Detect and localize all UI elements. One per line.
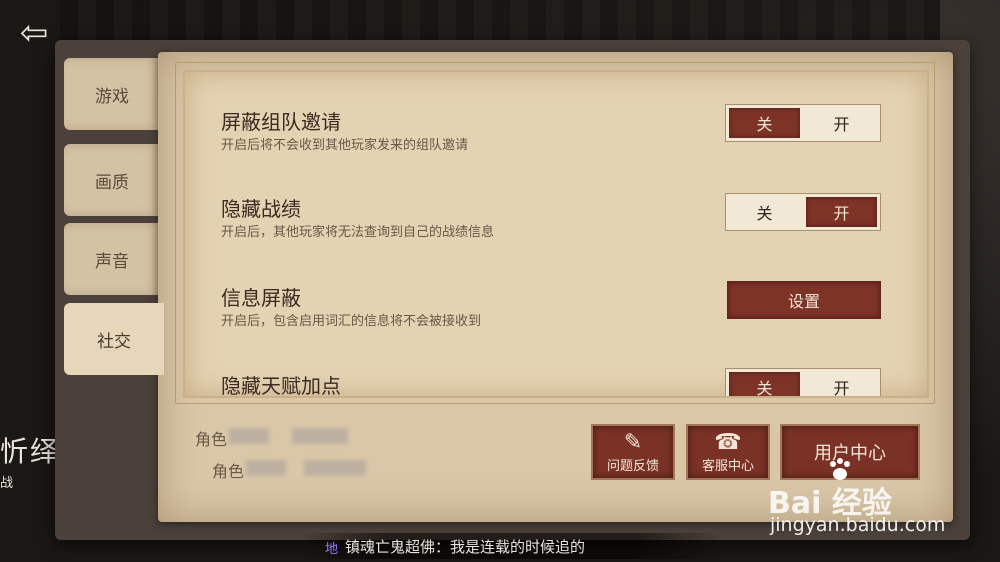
- toggle-block-team-invite[interactable]: 关 开: [725, 104, 881, 142]
- tab-label: 游戏: [95, 86, 129, 107]
- toggle-hide-record[interactable]: 关 开: [725, 193, 881, 231]
- role-label-2: 角色: [212, 462, 245, 481]
- settings-list[interactable]: 屏蔽组队邀请 开启后将不会收到其他玩家发来的组队邀请 关 开 隐藏战绩 开启后，…: [183, 70, 929, 398]
- toggle-on-option[interactable]: 开: [806, 372, 877, 396]
- tab-sound[interactable]: 声音: [64, 223, 160, 295]
- tab-social[interactable]: 社交: [64, 303, 164, 375]
- pen-icon: ✎: [623, 430, 643, 455]
- feedback-button[interactable]: ✎ 问题反馈: [591, 424, 675, 480]
- tab-label: 画质: [95, 172, 129, 193]
- paw-icon: [830, 458, 850, 480]
- toggle-hide-talent[interactable]: 关 开: [725, 368, 881, 396]
- toggle-off-option[interactable]: 关: [729, 372, 800, 396]
- setting-description: 开启后，其他玩家将无法查询到自己的战绩信息: [221, 225, 495, 240]
- setting-title: 隐藏天赋加点: [221, 374, 341, 398]
- toggle-on-option[interactable]: 开: [806, 197, 877, 227]
- back-button[interactable]: ⇦: [8, 10, 60, 56]
- chat-message: 镇魂亡鬼超佛：我是连载的时候追的: [345, 538, 586, 556]
- background-shelf: [60, 0, 940, 40]
- setting-description: 开启后将不会收到其他玩家发来的组队邀请: [221, 138, 469, 153]
- tab-game[interactable]: 游戏: [64, 58, 160, 130]
- watermark-url: jingyan.baidu.com: [770, 514, 946, 536]
- setting-description: 开启后，包含启用词汇的信息将不会被接收到: [221, 314, 482, 329]
- redacted-info: [229, 428, 269, 444]
- customer-service-button[interactable]: ☎ 客服中心: [686, 424, 770, 480]
- tab-graphics[interactable]: 画质: [64, 144, 160, 216]
- redacted-info: [246, 460, 286, 476]
- exit-door-icon: ⇦: [19, 13, 49, 53]
- redacted-info: [304, 460, 366, 476]
- redacted-info: [292, 428, 348, 444]
- telephone-icon: ☎: [714, 430, 742, 455]
- tab-label: 声音: [95, 251, 129, 272]
- tab-label: 社交: [97, 331, 131, 352]
- left-character-sub: 战: [0, 476, 14, 491]
- feedback-label: 问题反馈: [606, 459, 659, 474]
- toggle-on-option[interactable]: 开: [806, 108, 877, 138]
- role-label-1: 角色: [195, 430, 228, 449]
- setting-title: 信息屏蔽: [221, 286, 301, 310]
- toggle-off-option[interactable]: 关: [729, 197, 800, 227]
- message-block-settings-button[interactable]: 设置: [727, 281, 881, 319]
- left-character-name: 忻绎: [0, 435, 61, 468]
- toggle-off-option[interactable]: 关: [729, 108, 800, 138]
- customer-service-label: 客服中心: [701, 459, 754, 474]
- chat-channel-tag: 地: [325, 542, 339, 557]
- setting-title: 屏蔽组队邀请: [221, 110, 341, 134]
- setting-title: 隐藏战绩: [221, 197, 301, 221]
